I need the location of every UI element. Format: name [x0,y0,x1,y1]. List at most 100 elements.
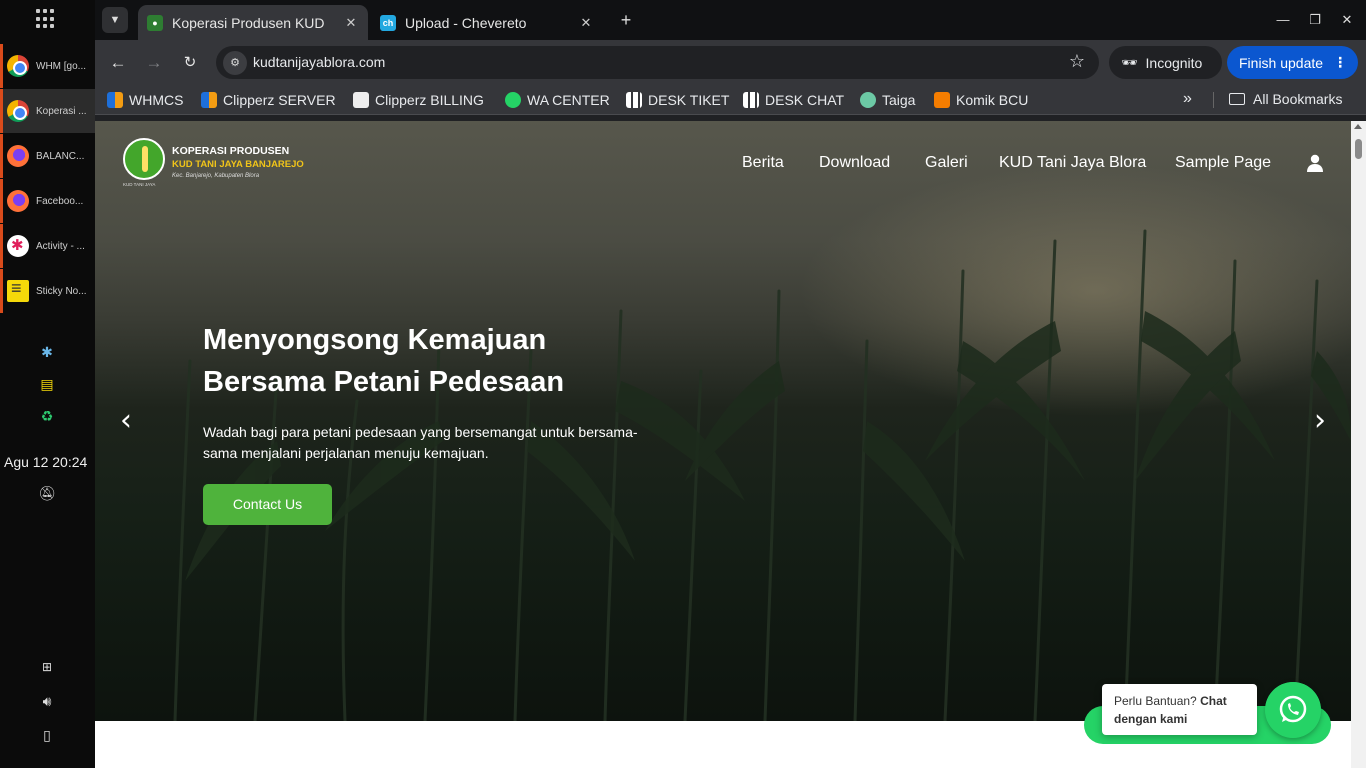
bookmark-label: Clipperz BILLING [375,92,484,108]
nav-link-galeri[interactable]: Galeri [925,154,968,172]
notifications-off-icon[interactable]: 🔕︎ [38,484,56,502]
page-viewport: KOPERASI PRODUSEN KUD TANI JAYA BANJAREJ… [95,121,1351,768]
sticky-notes-icon [7,278,29,302]
bookmark-desk-chat[interactable]: DESK CHAT [743,91,844,109]
bookmark-label: Komik BCU [956,92,1029,108]
hero-slider: KOPERASI PRODUSEN KUD TANI JAYA BANJAREJ… [95,121,1351,721]
hero-title-line-2: Bersama Petani Pedesaan [203,366,565,398]
volume-icon[interactable]: 🔊︎ [38,692,56,710]
chrome-icon [7,55,29,77]
bookmark-taiga[interactable]: Taiga [860,91,915,109]
all-bookmarks-button[interactable]: All Bookmarks [1229,91,1342,107]
blogger-icon [934,92,950,108]
minimize-button[interactable]: — [1272,10,1294,30]
taskbar-item-sticky-notes[interactable]: Sticky No... [0,269,95,313]
desk-icon [743,92,759,108]
incognito-label: Incognito [1145,54,1203,71]
bookmark-clipperz-server[interactable]: Clipperz SERVER [201,91,336,109]
tab-chevereto[interactable]: ch Upload - Chevereto ✕ [371,5,603,40]
more-bookmarks-chevron-icon[interactable]: » [1183,90,1192,108]
site-info-icon[interactable]: ⚙ [223,51,247,75]
desk-icon [626,92,642,108]
os-taskbar: WHM [go... Koperasi ... BALANC... Facebo… [0,0,95,768]
taiga-icon [860,92,876,108]
scrollbar-thumb[interactable] [1355,139,1362,159]
tab-strip: ▼ ● Koperasi Produsen KUD ✕ ch Upload - … [95,0,1366,40]
close-tab-icon[interactable]: ✕ [340,15,362,31]
finish-update-label: Finish update [1239,54,1324,71]
recycle-tray-icon[interactable]: ♻ [38,407,56,425]
bookmark-label: WHMCS [129,92,184,108]
more-menu-icon: ⋮ [1333,54,1348,70]
taskbar-item-facebook[interactable]: Faceboo... [0,179,95,223]
bookmark-label: Clipperz SERVER [223,92,336,108]
slack-icon [7,235,29,257]
nav-link-berita[interactable]: Berita [742,154,784,172]
tab-search-dropdown[interactable]: ▼ [102,7,128,33]
wheat-logo-icon [123,138,165,180]
kud-favicon: ● [147,14,163,31]
browser-window: ▼ ● Koperasi Produsen KUD ✕ ch Upload - … [95,0,1366,768]
user-account-icon[interactable] [1306,154,1324,172]
bookmark-label: DESK TIKET [648,92,730,108]
network-icon[interactable]: ⊞ [38,658,56,676]
taskbar-item-whm[interactable]: WHM [go... [0,44,95,88]
maximize-button[interactable]: ❐ [1304,10,1326,30]
bookmark-wa-center[interactable]: WA CENTER [505,91,610,109]
logo-line-3: Kec. Banjarejo, Kabupaten Blora [172,173,260,179]
system-clock[interactable]: Agu 12 20:24 [4,454,87,470]
tab-title: Koperasi Produsen KUD [172,14,325,31]
finish-update-button[interactable]: Finish update ⋮ [1227,46,1358,79]
taskbar-item-balance[interactable]: BALANC... [0,134,95,178]
chat-prompt: Perlu Bantuan? [1114,694,1197,708]
taskbar-item-label: Activity - ... [36,240,85,252]
bookmark-desk-tiket[interactable]: DESK TIKET [626,91,729,109]
contact-us-button[interactable]: Contact Us [203,484,332,525]
incognito-icon: 🕶︎ [1121,54,1138,70]
nav-link-sample-page[interactable]: Sample Page [1175,154,1271,172]
chevereto-favicon: ch [380,14,396,31]
site-logo[interactable]: KOPERASI PRODUSEN KUD TANI JAYA BANJAREJ… [123,138,304,188]
slider-next-arrow-icon[interactable]: › [1308,406,1332,436]
slider-prev-arrow-icon[interactable]: ‹ [114,406,138,436]
reload-button[interactable]: ↻ [177,50,203,76]
slack-tray-icon[interactable]: ✱ [38,343,56,361]
clipperz-icon [201,92,217,108]
whatsapp-icon [505,92,521,108]
close-window-button[interactable]: ✕ [1336,10,1358,30]
logo-line-4: KUD TANI JAYA [123,182,156,187]
nav-link-kud-tani-jaya-blora[interactable]: KUD Tani Jaya Blora [999,154,1146,172]
taskbar-item-koperasi[interactable]: Koperasi ... [0,89,95,133]
incognito-indicator[interactable]: 🕶︎ Incognito [1109,46,1222,79]
battery-icon[interactable]: ▯ [38,726,56,744]
new-tab-button[interactable]: + [615,9,637,31]
forward-button[interactable]: → [141,50,167,76]
taskbar-item-label: BALANC... [36,150,85,162]
whmcs-icon [107,92,123,108]
whatsapp-button-icon[interactable] [1265,682,1321,738]
app-launcher-icon[interactable] [36,9,58,29]
bookmark-whmcs[interactable]: WHMCS [107,91,183,109]
nav-link-download[interactable]: Download [819,154,890,172]
taskbar-item-activity[interactable]: Activity - ... [0,224,95,268]
chrome-icon [7,100,29,122]
bookmark-star-icon[interactable]: ☆ [1069,51,1085,72]
tab-koperasi[interactable]: ● Koperasi Produsen KUD ✕ [138,5,368,40]
taskbar-item-label: Sticky No... [36,285,87,297]
corn-field-image [173,229,1351,721]
sticky-notes-tray-icon[interactable]: ▤ [38,375,56,393]
address-bar[interactable]: ⚙ kudtanijayablora.com ☆ [216,46,1099,79]
bookmark-komik-bcu[interactable]: Komik BCU [934,91,1028,109]
bookmark-label: DESK CHAT [765,92,845,108]
firefox-icon [7,190,29,212]
all-bookmarks-label: All Bookmarks [1253,91,1343,107]
scroll-up-arrow-icon[interactable] [1354,124,1362,129]
bookmark-clipperz-billing[interactable]: Clipperz BILLING [353,91,484,109]
firefox-icon [7,145,29,167]
close-tab-icon[interactable]: ✕ [575,15,597,31]
whatsapp-chat-bubble[interactable]: Perlu Bantuan? Chat dengan kami [1102,684,1257,735]
url-text[interactable]: kudtanijayablora.com [253,54,385,70]
hero-title: Menyongsong Kemajuan Bersama Petani Pede… [203,319,623,403]
page-scrollbar[interactable] [1351,121,1366,768]
back-button[interactable]: ← [105,50,131,76]
